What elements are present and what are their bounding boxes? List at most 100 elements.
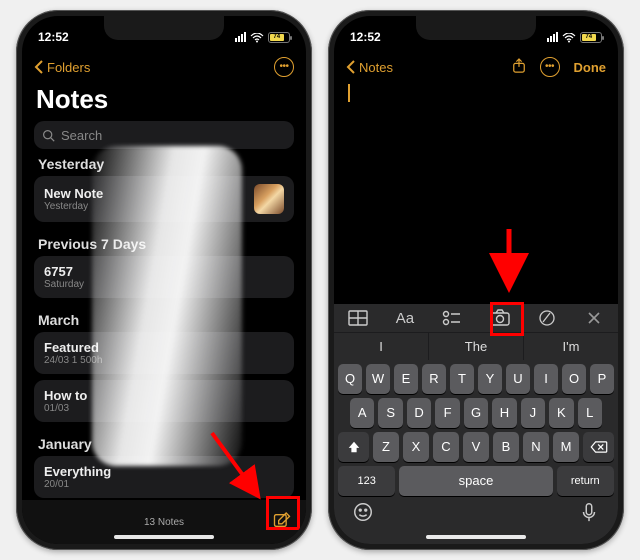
space-key[interactable]: space	[399, 466, 552, 496]
note-subtitle: 20/01	[44, 479, 111, 490]
note-title: 6757	[44, 264, 84, 279]
key-b[interactable]: B	[493, 432, 519, 462]
key-p[interactable]: P	[590, 364, 614, 394]
table-button[interactable]	[343, 306, 373, 330]
status-time: 12:52	[38, 30, 69, 44]
key-i[interactable]: I	[534, 364, 558, 394]
key-g[interactable]: G	[464, 398, 488, 428]
prediction-2[interactable]: The	[429, 333, 524, 360]
list-group: January Everything20/01	[34, 436, 294, 498]
key-j[interactable]: J	[521, 398, 545, 428]
note-title: How to	[44, 388, 87, 403]
status-right: 74	[547, 32, 602, 43]
key-e[interactable]: E	[394, 364, 418, 394]
key-n[interactable]: N	[523, 432, 549, 462]
screen-note-editor: 12:52 74 Notes ••• Done	[334, 16, 618, 544]
text-format-button[interactable]: Aa	[390, 306, 420, 330]
list-header: January	[38, 436, 290, 452]
note-row[interactable]: How to01/03	[34, 380, 294, 422]
list-group: MarchFeatured24/03 1 500hHow to01/03	[34, 312, 294, 422]
battery-icon: 74	[268, 32, 290, 43]
keyboard: Aa I The I'm QWERTYUIOP ASDFGHJKL ZXCVBN…	[334, 304, 618, 544]
key-z[interactable]: Z	[373, 432, 399, 462]
key-u[interactable]: U	[506, 364, 530, 394]
dictation-button[interactable]	[578, 501, 600, 528]
back-label: Notes	[359, 60, 393, 75]
key-row-4: 123 space return	[334, 462, 618, 496]
share-button[interactable]	[512, 58, 526, 77]
battery-level: 74	[582, 34, 596, 41]
back-button[interactable]: Folders	[34, 60, 90, 75]
format-accessory-bar: Aa	[334, 304, 618, 333]
key-v[interactable]: V	[463, 432, 489, 462]
key-r[interactable]: R	[422, 364, 446, 394]
wifi-icon	[562, 32, 576, 42]
emoji-button[interactable]	[352, 501, 374, 528]
key-k[interactable]: K	[549, 398, 573, 428]
notch	[416, 16, 536, 40]
note-title: New Note	[44, 186, 103, 201]
more-menu-button[interactable]: •••	[274, 57, 294, 77]
key-o[interactable]: O	[562, 364, 586, 394]
numbers-key[interactable]: 123	[338, 466, 395, 496]
back-button[interactable]: Notes	[346, 60, 393, 75]
search-placeholder: Search	[61, 128, 102, 143]
note-row[interactable]: New NoteYesterday	[34, 176, 294, 222]
more-menu-button[interactable]: •••	[540, 57, 560, 77]
return-key[interactable]: return	[557, 466, 614, 496]
key-row-1: QWERTYUIOP	[334, 360, 618, 394]
key-f[interactable]: F	[435, 398, 459, 428]
nav-bar: Folders •••	[22, 52, 306, 84]
home-indicator[interactable]	[426, 535, 526, 539]
search-icon	[42, 129, 55, 142]
done-button[interactable]: Done	[574, 60, 607, 75]
note-title: Everything	[44, 464, 111, 479]
note-row[interactable]: Everything20/01	[34, 456, 294, 498]
list-group: YesterdayNew NoteYesterday	[34, 156, 294, 222]
notes-list[interactable]: YesterdayNew NoteYesterdayPrevious 7 Day…	[22, 152, 306, 500]
prediction-1[interactable]: I	[334, 333, 429, 360]
checklist-button[interactable]	[437, 306, 467, 330]
note-subtitle: Yesterday	[44, 201, 103, 212]
key-w[interactable]: W	[366, 364, 390, 394]
note-thumbnail	[254, 184, 284, 214]
cellular-icon	[235, 32, 246, 42]
phone-right: 12:52 74 Notes ••• Done	[328, 10, 624, 550]
shift-key[interactable]	[338, 432, 369, 462]
close-accessory-button[interactable]	[579, 306, 609, 330]
notch	[104, 16, 224, 40]
prediction-3[interactable]: I'm	[524, 333, 618, 360]
key-h[interactable]: H	[492, 398, 516, 428]
key-s[interactable]: S	[378, 398, 402, 428]
delete-key[interactable]	[583, 432, 614, 462]
note-subtitle: 01/03	[44, 403, 87, 414]
camera-button[interactable]	[485, 306, 515, 330]
battery-icon: 74	[580, 32, 602, 43]
home-indicator[interactable]	[114, 535, 214, 539]
key-m[interactable]: M	[553, 432, 579, 462]
key-q[interactable]: Q	[338, 364, 362, 394]
list-header: Yesterday	[38, 156, 290, 172]
key-t[interactable]: T	[450, 364, 474, 394]
note-row[interactable]: 6757Saturday	[34, 256, 294, 298]
note-row[interactable]: Featured24/03 1 500h	[34, 332, 294, 374]
key-c[interactable]: C	[433, 432, 459, 462]
key-a[interactable]: A	[350, 398, 374, 428]
text-cursor	[348, 84, 350, 102]
key-d[interactable]: D	[407, 398, 431, 428]
wifi-icon	[250, 32, 264, 42]
phone-left: 12:52 74 Folders ••• Notes	[16, 10, 312, 550]
search-input[interactable]: Search	[34, 121, 294, 149]
note-editor[interactable]	[334, 78, 618, 304]
list-header: Previous 7 Days	[38, 236, 290, 252]
status-right: 74	[235, 32, 290, 43]
key-l[interactable]: L	[578, 398, 602, 428]
page-title: Notes	[22, 84, 306, 121]
markup-button[interactable]	[532, 306, 562, 330]
predictive-bar: I The I'm	[334, 333, 618, 360]
key-row-3: ZXCVBNM	[334, 428, 618, 462]
key-y[interactable]: Y	[478, 364, 502, 394]
compose-button[interactable]	[272, 511, 292, 534]
notes-count: 13 Notes	[144, 517, 184, 528]
key-x[interactable]: X	[403, 432, 429, 462]
